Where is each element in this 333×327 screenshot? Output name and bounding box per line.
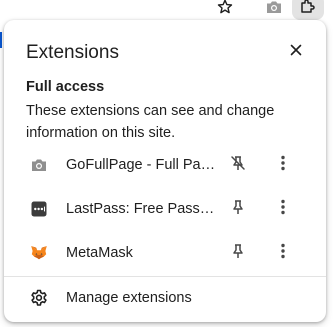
full-access-heading: Full access (26, 79, 105, 95)
camera-icon (266, 0, 282, 19)
more-vert-icon (281, 155, 285, 176)
metamask-fox-icon (30, 244, 48, 262)
menu-divider (4, 276, 326, 277)
more-actions-button[interactable] (273, 243, 293, 263)
extensions-toolbar-button[interactable] (292, 0, 324, 20)
extension-name: GoFullPage - Full Page Screen Capture (66, 157, 218, 173)
extension-row-metamask[interactable]: MetaMask (4, 231, 326, 275)
lastpass-icon (30, 200, 48, 218)
camera-icon (30, 156, 48, 174)
gofullpage-toolbar-button[interactable] (261, 0, 287, 18)
gear-icon (30, 289, 48, 307)
close-icon (290, 43, 302, 61)
bookmark-star-button[interactable] (212, 0, 238, 18)
pin-button[interactable] (228, 243, 248, 263)
pin-button[interactable] (228, 199, 248, 219)
menu-title: Extensions (26, 42, 119, 63)
more-actions-button[interactable] (273, 155, 293, 175)
manage-extensions-label: Manage extensions (66, 290, 192, 306)
more-actions-button[interactable] (273, 199, 293, 219)
pin-button[interactable] (228, 155, 248, 175)
full-access-description: These extensions can see and change info… (26, 103, 275, 141)
extensions-menu: Extensions Full access These extensions … (4, 20, 326, 322)
more-vert-icon (281, 243, 285, 264)
puzzle-icon (299, 0, 317, 19)
browser-toolbar (0, 0, 333, 22)
extension-name: MetaMask (66, 245, 133, 261)
star-icon (217, 0, 233, 20)
pin-icon (230, 199, 246, 220)
close-button[interactable] (286, 42, 306, 62)
extension-row-gofullpage[interactable]: GoFullPage - Full Page Screen Capture (4, 143, 326, 187)
pin-off-icon (230, 155, 246, 176)
manage-extensions-button[interactable]: Manage extensions (4, 285, 326, 311)
pin-icon (230, 243, 246, 264)
more-vert-icon (281, 199, 285, 220)
extension-name: LastPass: Free Password Manager (66, 201, 218, 217)
extension-row-lastpass[interactable]: LastPass: Free Password Manager (4, 187, 326, 231)
